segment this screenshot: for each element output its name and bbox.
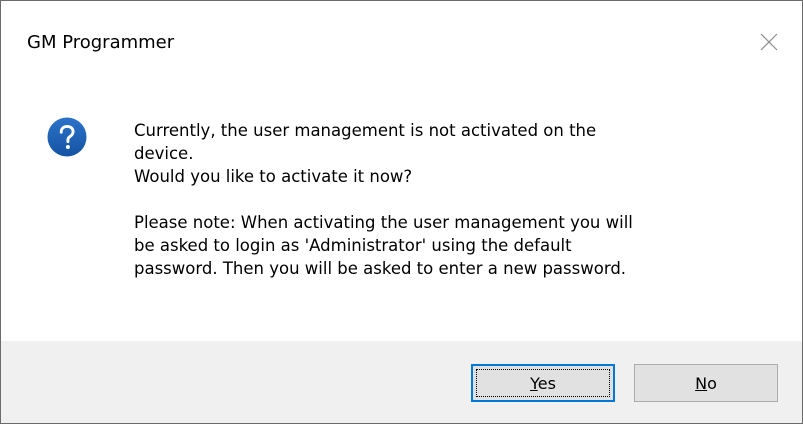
message-line: Currently, the user management is not ac… [134, 121, 597, 140]
no-button-label: No [695, 373, 717, 393]
yes-button-label: Yes [530, 373, 556, 393]
dialog-content: Currently, the user management is not ac… [1, 83, 802, 341]
close-icon [760, 33, 778, 51]
message-line: Please note: When activating the user ma… [134, 213, 633, 232]
question-icon [47, 117, 87, 157]
no-button[interactable]: No [634, 364, 778, 402]
message-line: device. [134, 144, 194, 163]
message-line [134, 188, 774, 211]
message-line: Would you like to activate it now? [134, 167, 413, 186]
yes-button[interactable]: Yes [471, 364, 615, 402]
close-button[interactable] [736, 1, 802, 83]
message-dialog: GM Programmer Currently, the user manage… [0, 0, 803, 424]
dialog-message: Currently, the user management is not ac… [134, 119, 774, 280]
message-line: password. Then you will be asked to ente… [134, 259, 627, 278]
title-bar: GM Programmer [1, 1, 802, 83]
window-title: GM Programmer [27, 32, 175, 53]
message-line: be asked to login as 'Administrator' usi… [134, 236, 572, 255]
button-bar: Yes No [1, 341, 802, 423]
